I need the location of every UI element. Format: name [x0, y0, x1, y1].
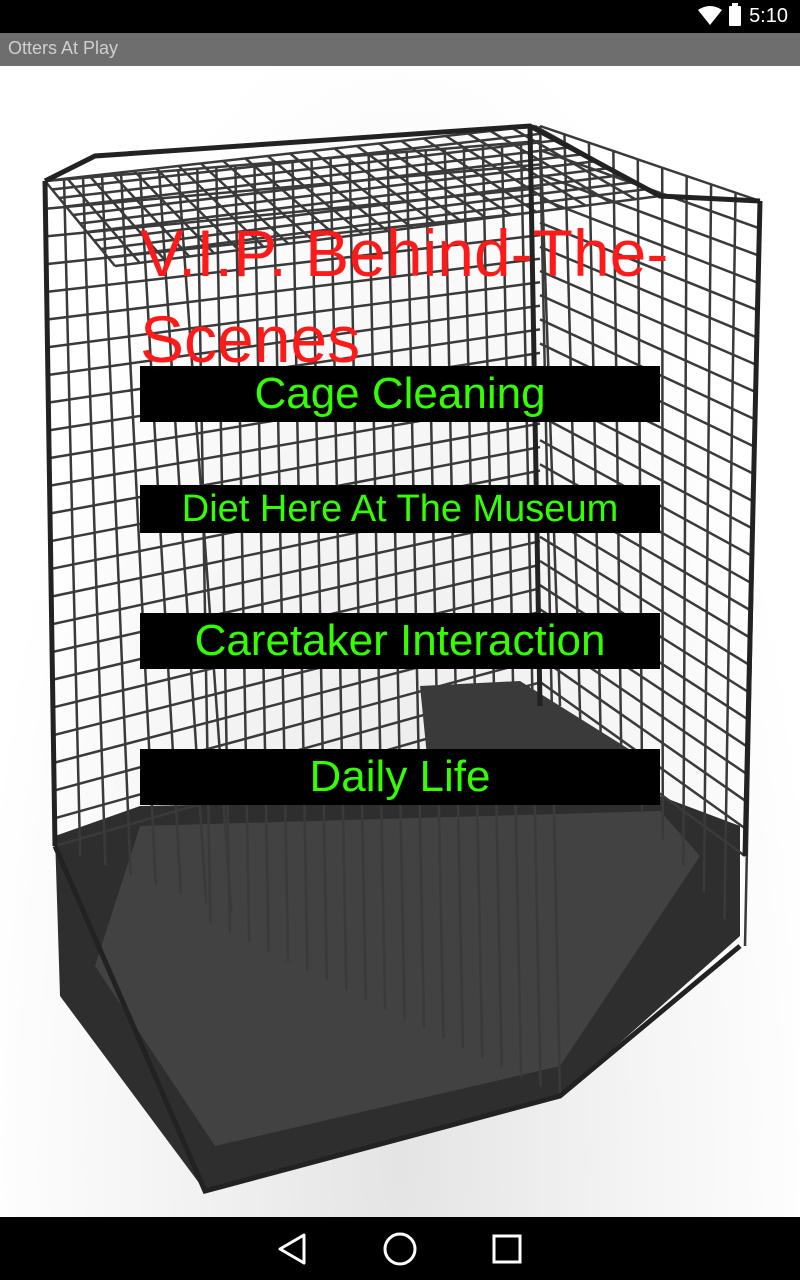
app-title-bar: Otters At Play [0, 33, 800, 66]
content-area: V.I.P. Behind-The-Scenes Cage Cleaning D… [0, 66, 800, 1217]
home-icon[interactable] [380, 1229, 420, 1269]
cage-cleaning-button[interactable]: Cage Cleaning [140, 366, 660, 422]
wifi-icon [698, 6, 722, 25]
battery-icon [729, 3, 741, 26]
clock-time: 5:10 [749, 5, 788, 27]
caretaker-interaction-button[interactable]: Caretaker Interaction [140, 613, 660, 669]
app-title: Otters At Play [8, 38, 119, 58]
daily-life-button[interactable]: Daily Life [140, 749, 660, 805]
status-bar: 5:10 [0, 0, 800, 33]
navigation-bar [0, 1217, 800, 1280]
recents-icon[interactable] [487, 1229, 527, 1269]
back-icon[interactable] [272, 1229, 312, 1269]
cage-tray-floor [95, 811, 700, 1146]
diet-button[interactable]: Diet Here At The Museum [140, 485, 660, 533]
page-heading: V.I.P. Behind-The-Scenes [140, 216, 669, 376]
